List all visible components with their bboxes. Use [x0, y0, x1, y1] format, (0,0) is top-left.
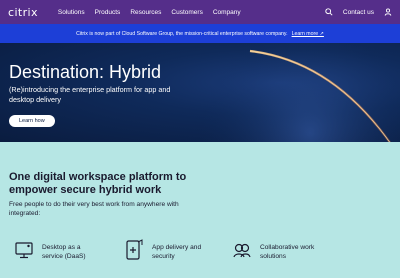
nav-right: Contact us [325, 8, 392, 16]
hero-section: Destination: Hybrid (Re)introducing the … [0, 43, 400, 142]
app-delivery-icon [124, 238, 144, 262]
feature-collaboration[interactable]: Collaborative work solutions [232, 238, 320, 262]
citrix-logo[interactable]: citrix [8, 6, 38, 19]
top-nav: citrix Solutions Products Resources Cust… [0, 0, 400, 24]
main-section: One digital workspace platform to empowe… [0, 142, 400, 278]
banner-text: Citrix is now part of Cloud Software Gro… [76, 30, 288, 37]
announcement-banner: Citrix is now part of Cloud Software Gro… [0, 24, 400, 43]
section-title: One digital workspace platform to empowe… [9, 171, 187, 196]
nav-links: Solutions Products Resources Customers C… [58, 9, 241, 16]
learn-how-button[interactable]: Learn how [9, 115, 55, 127]
feature-daas[interactable]: Desktop as a service (DaaS) [14, 238, 102, 262]
user-icon[interactable] [384, 8, 392, 16]
hero-subtitle: (Re)introducing the enterprise platform … [9, 85, 171, 104]
section-description: Free people to do their very best work f… [9, 201, 179, 217]
contact-us-link[interactable]: Contact us [343, 9, 374, 16]
nav-link-resources[interactable]: Resources [130, 9, 161, 16]
nav-link-company[interactable]: Company [213, 9, 241, 16]
feature-label: Collaborative work solutions [260, 244, 315, 260]
feature-list: Desktop as a service (DaaS) App delivery… [0, 238, 400, 278]
collaboration-icon [232, 238, 252, 262]
feature-label: App delivery and security [152, 244, 202, 260]
banner-learn-more-link[interactable]: Learn more ↗ [292, 31, 324, 37]
feature-app-delivery[interactable]: App delivery and security [124, 238, 212, 262]
nav-link-solutions[interactable]: Solutions [58, 9, 85, 16]
nav-link-products[interactable]: Products [95, 9, 121, 16]
search-icon[interactable] [325, 8, 333, 16]
nav-link-customers[interactable]: Customers [171, 9, 202, 16]
desktop-icon [14, 238, 34, 262]
hero-title: Destination: Hybrid [9, 62, 162, 82]
hero-light-arc [200, 43, 400, 142]
feature-label: Desktop as a service (DaaS) [42, 244, 86, 260]
